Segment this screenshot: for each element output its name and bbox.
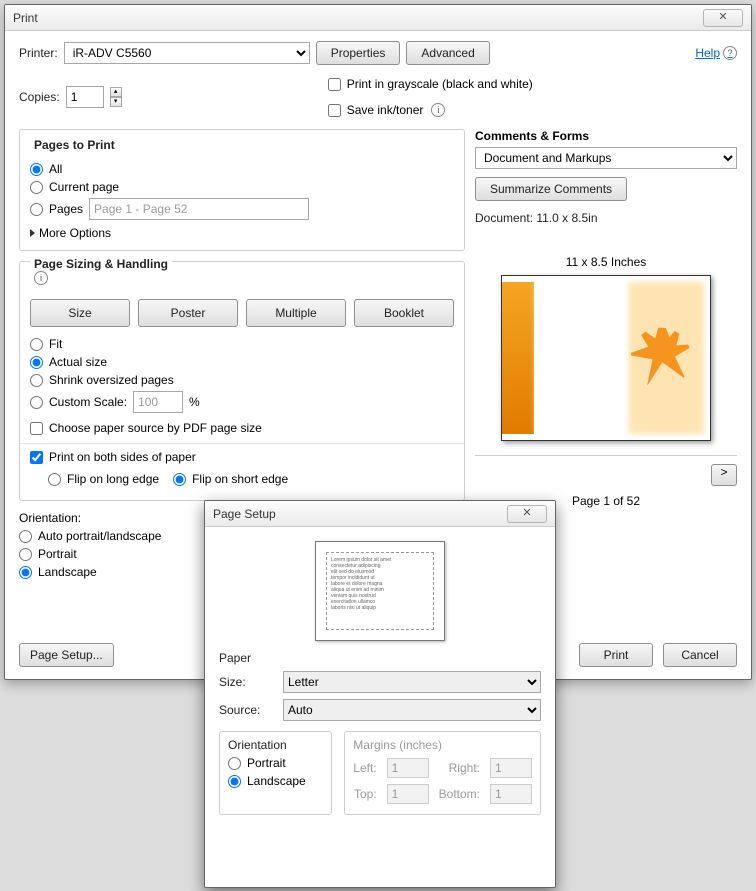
margin-bottom-label: Bottom: (439, 787, 480, 801)
margin-right-input (490, 758, 532, 778)
copies-stepper[interactable]: ▴▾ (110, 87, 122, 107)
print-preview: 11 x 8.5 Inches (475, 255, 737, 441)
sizing-group: Page Sizing & Handling i Size Poster Mul… (19, 261, 465, 501)
summarize-comments-button[interactable]: Summarize Comments (475, 177, 627, 201)
help-icon: ? (723, 46, 737, 60)
paper-section-label: Paper (219, 651, 541, 665)
radio-flip-long[interactable]: Flip on long edge (48, 472, 159, 486)
help-link[interactable]: Help ? (695, 46, 737, 60)
preview-size-label: 11 x 8.5 Inches (475, 255, 737, 269)
page-setup-title: Page Setup (213, 507, 276, 521)
radio-fit[interactable]: Fit (30, 337, 454, 351)
paper-source-label: Source: (219, 703, 275, 717)
ps-orientation-label: Orientation (228, 738, 323, 752)
ps-margins-group: Margins (inches) Left: Right: Top: Botto… (344, 731, 541, 815)
page-setup-preview: Lorem ipsum dolor sit ametconsectetur ad… (315, 541, 445, 641)
radio-all[interactable]: All (30, 162, 454, 176)
size-button[interactable]: Size (30, 299, 130, 327)
comments-legend: Comments & Forms (475, 129, 737, 143)
paper-size-select[interactable]: Letter (283, 671, 541, 693)
save-ink-checkbox[interactable]: Save ink/toner i (328, 103, 533, 117)
document-dimensions: Document: 11.0 x 8.5in (475, 211, 737, 225)
help-label: Help (695, 46, 720, 60)
paper-size-label: Size: (219, 675, 275, 689)
radio-current-page[interactable]: Current page (30, 180, 454, 194)
booklet-button[interactable]: Booklet (354, 299, 454, 327)
ps-radio-portrait[interactable]: Portrait (228, 756, 323, 770)
multiple-button[interactable]: Multiple (246, 299, 346, 327)
margin-left-label: Left: (353, 761, 376, 775)
titlebar: Print ✕ (5, 5, 751, 31)
margin-top-input (387, 784, 429, 804)
radio-custom-scale[interactable] (30, 396, 43, 409)
radio-shrink[interactable]: Shrink oversized pages (30, 373, 454, 387)
poster-button[interactable]: Poster (138, 299, 238, 327)
grayscale-checkbox[interactable]: Print in grayscale (black and white) (328, 77, 533, 91)
radio-pages[interactable] (30, 203, 43, 216)
pages-label: Pages (49, 202, 83, 216)
both-sides-checkbox[interactable]: Print on both sides of paper (30, 450, 454, 464)
radio-actual-size[interactable]: Actual size (30, 355, 454, 369)
info-icon: i (431, 103, 445, 117)
page-setup-titlebar: Page Setup ✕ (205, 501, 555, 527)
cancel-button[interactable]: Cancel (663, 643, 737, 667)
custom-scale-input[interactable] (133, 391, 183, 413)
pages-range-input[interactable] (89, 198, 309, 220)
properties-button[interactable]: Properties (316, 41, 401, 65)
advanced-button[interactable]: Advanced (406, 41, 489, 65)
print-button[interactable]: Print (579, 643, 653, 667)
sizing-legend: Page Sizing & Handling i (30, 257, 172, 285)
window-title: Print (13, 11, 38, 25)
copies-input[interactable] (66, 86, 104, 108)
margin-right-label: Right: (439, 761, 480, 775)
close-icon[interactable]: ✕ (507, 505, 547, 523)
radio-flip-short[interactable]: Flip on short edge (173, 472, 288, 486)
ps-orientation-group: Orientation Portrait Landscape (219, 731, 332, 815)
copies-label: Copies: (19, 90, 60, 104)
margin-top-label: Top: (353, 787, 376, 801)
page-setup-dialog: Page Setup ✕ Lorem ipsum dolor sit ametc… (204, 500, 556, 888)
next-page-button[interactable]: > (711, 464, 737, 486)
pages-to-print-group: Pages to Print All Current page Pages Mo… (19, 129, 465, 251)
printer-label: Printer: (19, 46, 58, 60)
more-options-toggle[interactable]: More Options (30, 226, 454, 240)
preview-page-thumbnail (501, 275, 711, 441)
comments-select[interactable]: Document and Markups (475, 147, 737, 169)
chevron-right-icon (30, 229, 35, 237)
printer-select[interactable]: iR-ADV C5560 (64, 42, 310, 64)
ps-margins-label: Margins (inches) (353, 738, 532, 752)
pages-to-print-legend: Pages to Print (30, 138, 119, 152)
margin-bottom-input (490, 784, 532, 804)
choose-paper-checkbox[interactable]: Choose paper source by PDF page size (30, 421, 454, 435)
page-setup-button[interactable]: Page Setup... (19, 643, 114, 667)
paper-source-select[interactable]: Auto (283, 699, 541, 721)
close-icon[interactable]: ✕ (703, 9, 743, 27)
info-icon: i (34, 271, 48, 285)
ps-radio-landscape[interactable]: Landscape (228, 774, 323, 788)
margin-left-input (387, 758, 429, 778)
